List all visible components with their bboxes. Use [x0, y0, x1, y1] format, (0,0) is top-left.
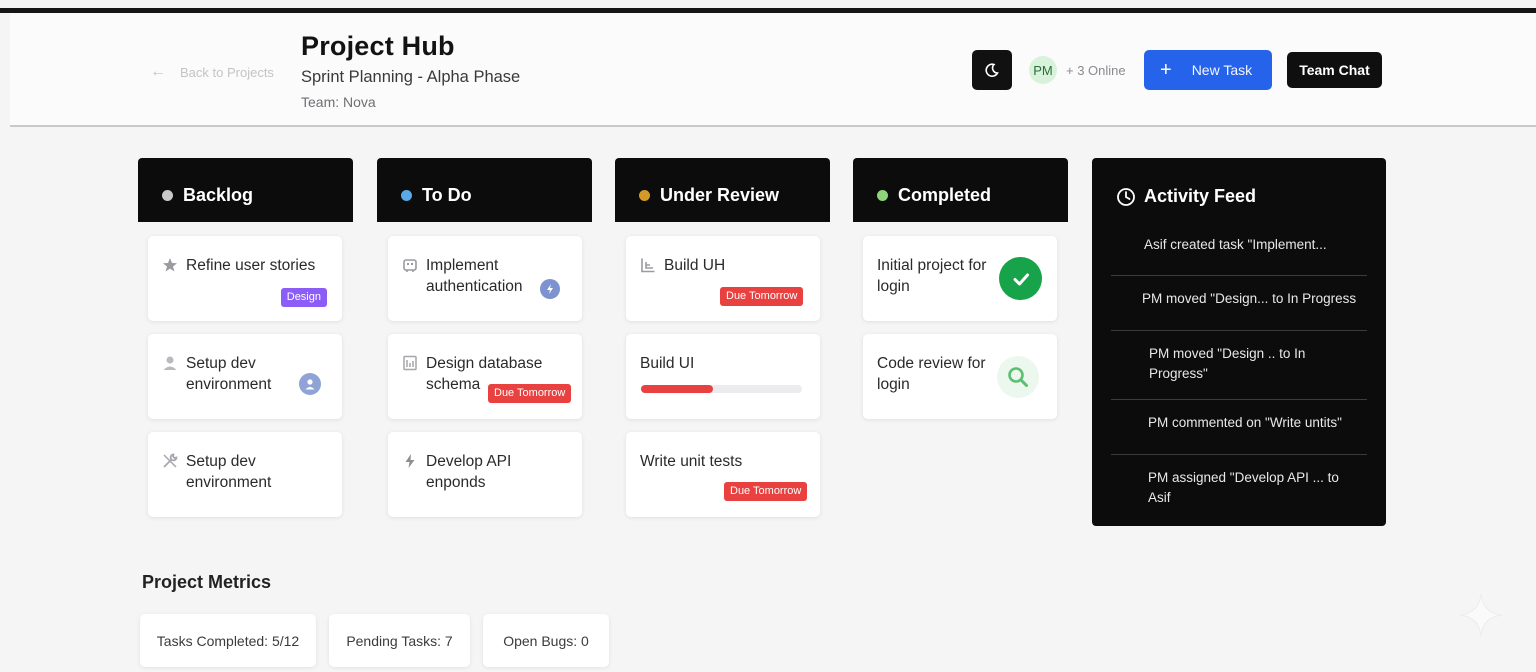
user-icon: [163, 356, 177, 370]
feed-item[interactable]: PM commented on "Write untits": [1111, 413, 1367, 433]
new-task-label: New Task: [1191, 62, 1253, 78]
feed-divider: [1111, 399, 1367, 400]
task-card[interactable]: Refine user stories Design: [148, 236, 342, 321]
task-card[interactable]: Setup dev environment: [148, 334, 342, 419]
due-tag: Due Tomorrow: [720, 287, 804, 306]
activity-feed: Activity Feed Asif created task "Impleme…: [1092, 158, 1386, 526]
layout-icon: [641, 258, 655, 273]
task-title: Code review for login: [877, 355, 986, 393]
progress-fill: [641, 385, 714, 393]
progress-track: [641, 385, 802, 393]
column-title: Backlog: [183, 184, 254, 205]
status-dot-icon: [401, 189, 412, 201]
arrow-left-icon: ←: [150, 63, 166, 80]
column-header-completed: Completed: [853, 158, 1068, 222]
back-link[interactable]: ← Back to Projects: [150, 63, 274, 81]
user-avatar-icon: [299, 373, 321, 395]
status-dot-icon: [877, 189, 888, 201]
page-title: Project Hub: [301, 31, 455, 61]
title-block: Project Hub Sprint Planning - Alpha Phas…: [301, 31, 520, 110]
theme-toggle-button[interactable]: [972, 50, 1012, 90]
back-label: Back to Projects: [180, 64, 274, 80]
task-card[interactable]: Develop API enponds: [388, 432, 582, 517]
team-label: Team: Nova: [301, 94, 376, 110]
sparkle-icon: [1459, 593, 1503, 637]
column-header-review: Under Review: [615, 158, 830, 222]
feed-divider: [1111, 454, 1367, 455]
column-header-todo: To Do: [377, 158, 592, 222]
task-title: Setup dev environment: [186, 453, 272, 491]
task-card[interactable]: Code review for login: [863, 334, 1057, 419]
feed-title: Activity Feed: [1144, 186, 1257, 206]
status-dot-icon: [162, 189, 173, 201]
page-subtitle: Sprint Planning - Alpha Phase: [301, 68, 521, 86]
metrics-title: Project Metrics: [142, 572, 272, 592]
status-dot-icon: [639, 189, 650, 201]
task-card[interactable]: Design database schema Due Tomorrow: [388, 334, 582, 419]
task-card[interactable]: Build UI: [626, 334, 820, 419]
feed-header: Activity Feed: [1116, 186, 1256, 207]
plus-icon: +: [1160, 59, 1172, 81]
checkmark-icon: [999, 257, 1042, 300]
task-title: Build UH: [664, 257, 726, 274]
online-count: + 3 Online: [1066, 63, 1126, 78]
task-title: Write unit tests: [640, 453, 743, 470]
task-title: Develop API enponds: [426, 453, 512, 491]
feed-item[interactable]: PM assigned "Develop API ... to Asif: [1111, 468, 1343, 508]
star-icon: [163, 258, 177, 272]
tools-icon: [163, 453, 178, 468]
column-title: To Do: [422, 184, 472, 205]
clock-icon: [1117, 187, 1135, 206]
task-title: Build UI: [640, 355, 695, 372]
feed-item[interactable]: PM moved "Design .. to In Progress": [1111, 344, 1331, 384]
due-tag: Due Tomorrow: [488, 384, 572, 403]
feed-item[interactable]: Asif created task "Implement...: [1111, 235, 1367, 255]
page-header: ← Back to Projects Project Hub Sprint Pl…: [10, 13, 1536, 127]
column-title: Under Review: [660, 184, 780, 205]
lightning-icon: [405, 454, 415, 468]
task-card[interactable]: Initial project for login: [863, 236, 1057, 321]
database-icon: [403, 355, 417, 371]
robot-icon: [403, 259, 417, 272]
task-title: Initial project for login: [877, 257, 987, 295]
due-tag: Due Tomorrow: [724, 482, 808, 501]
new-task-button[interactable]: + New Task: [1144, 50, 1272, 90]
column-title: Completed: [898, 184, 992, 205]
avatar[interactable]: PM: [1029, 56, 1057, 84]
task-card[interactable]: Build UH Due Tomorrow: [626, 236, 820, 321]
team-chat-button[interactable]: Team Chat: [1287, 52, 1382, 88]
feed-divider: [1111, 275, 1367, 276]
feed-item[interactable]: PM moved "Design... to In Progress: [1111, 289, 1367, 309]
metric-open-bugs: Open Bugs: 0: [483, 614, 609, 667]
task-title: Refine user stories: [186, 257, 316, 274]
column-header-backlog: Backlog: [138, 158, 353, 222]
metric-pending-tasks: Pending Tasks: 7: [329, 614, 470, 667]
lightning-badge-icon: [540, 279, 560, 299]
task-card[interactable]: Setup dev environment: [148, 432, 342, 517]
magnifier-icon: [997, 356, 1039, 398]
metric-tasks-completed: Tasks Completed: 5/12: [140, 614, 316, 667]
feed-divider: [1111, 330, 1367, 331]
design-tag: Design: [280, 288, 327, 307]
task-card[interactable]: Implement authentication: [388, 236, 582, 321]
moon-icon: [985, 63, 999, 77]
task-card[interactable]: Write unit tests Due Tomorrow: [626, 432, 820, 517]
